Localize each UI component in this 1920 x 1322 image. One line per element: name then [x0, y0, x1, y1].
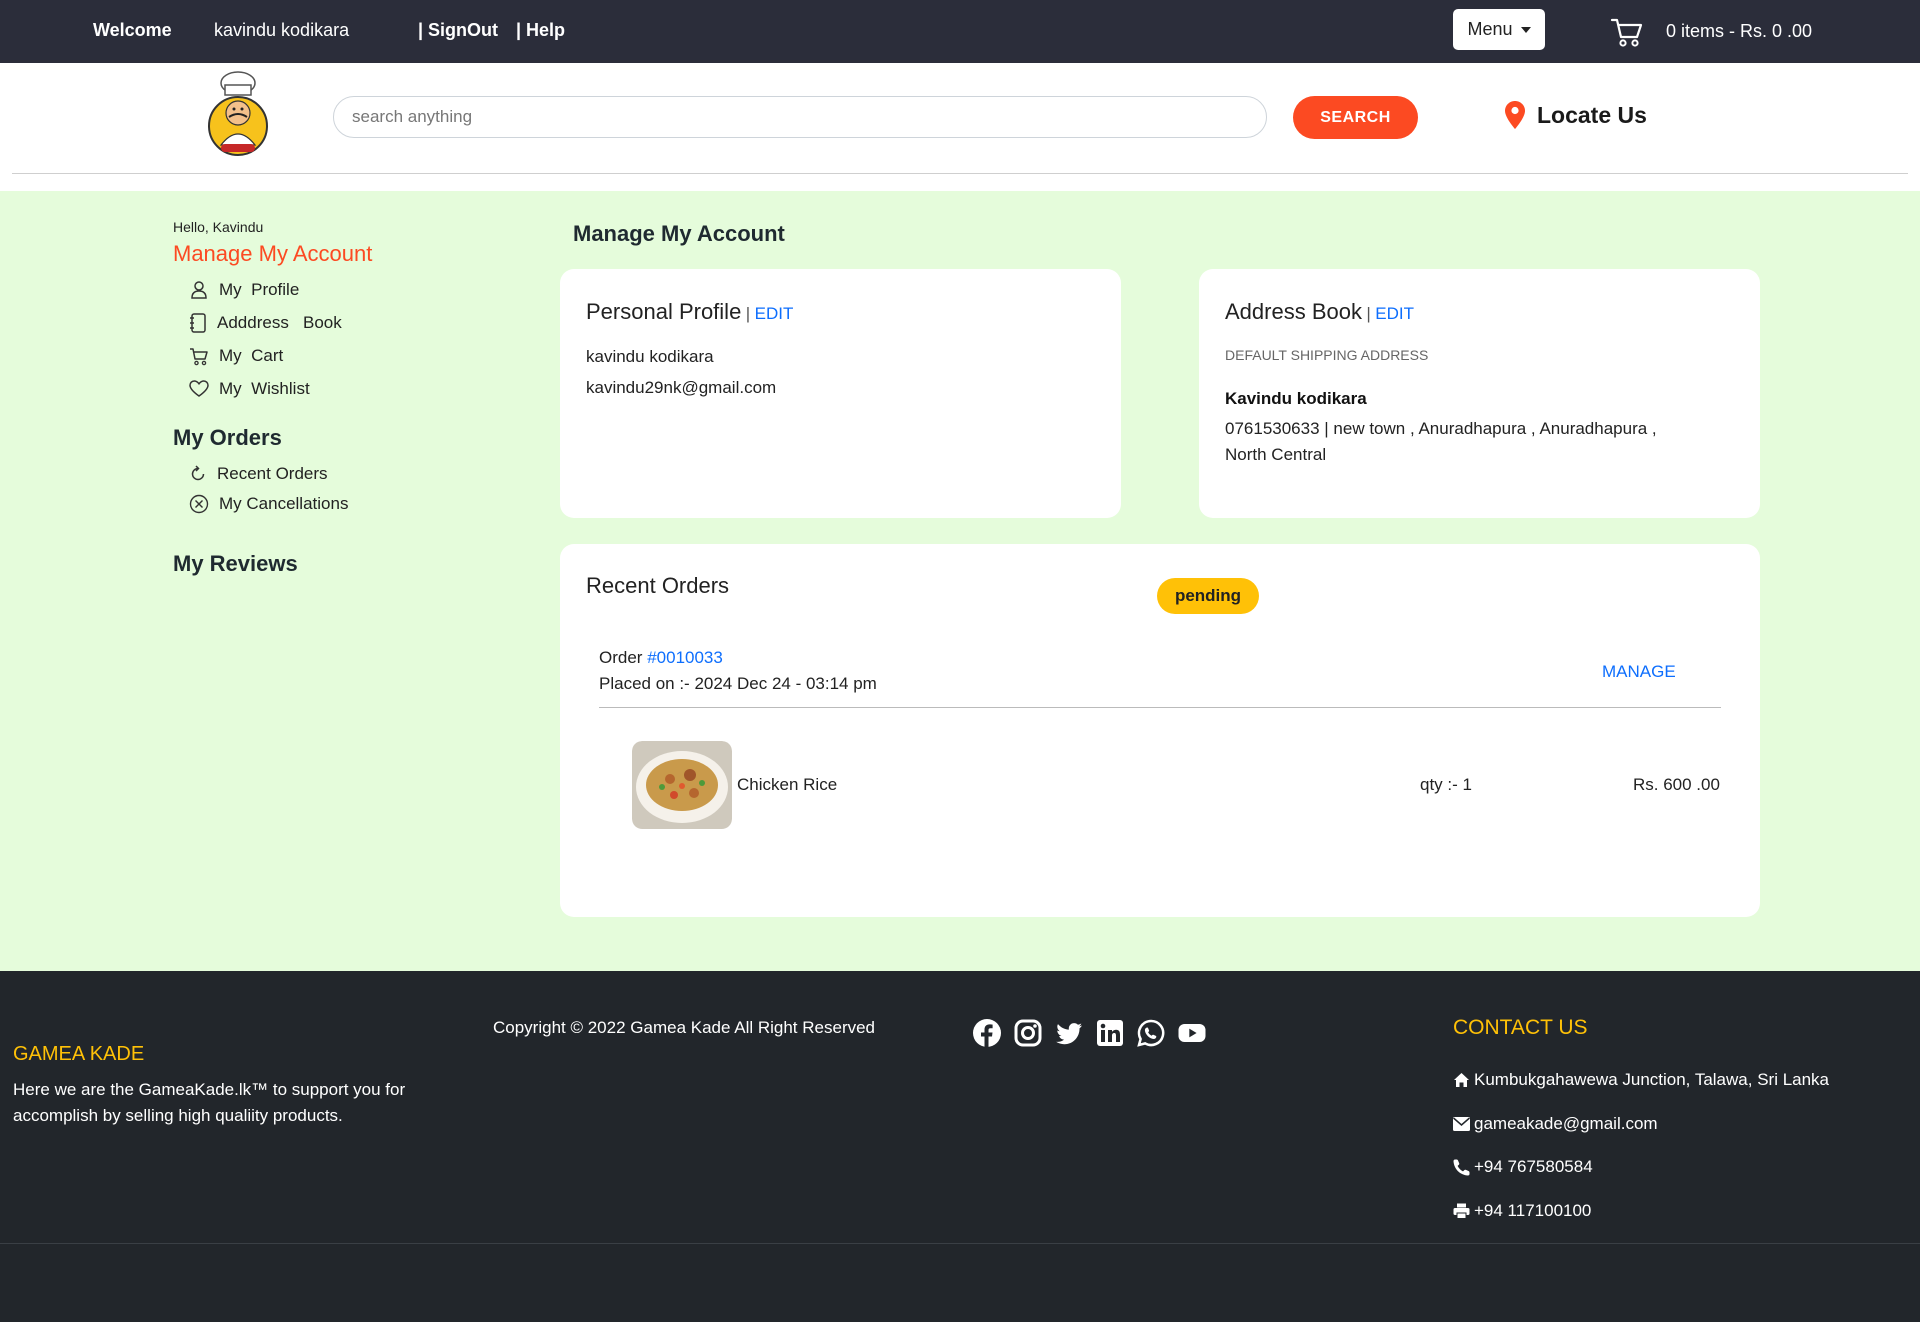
sidebar-item-label: My Profile [219, 279, 300, 299]
order-item-price: Rs. 600 .00 [1633, 775, 1720, 794]
order-status-badge: pending [1157, 578, 1259, 614]
sidebar-item-label: My Wishlist [219, 378, 310, 398]
menu-label: Menu [1467, 19, 1513, 39]
heart-icon [189, 379, 209, 397]
contact-phone[interactable]: +94 767580584 [1453, 1157, 1593, 1177]
refresh-icon [191, 465, 205, 481]
default-shipping-label: DEFAULT SHIPPING ADDRESS [1225, 347, 1429, 363]
footer-description: Here we are the GameaKade.lk™ to support… [13, 1080, 406, 1125]
chef-logo[interactable] [207, 71, 269, 159]
order-item-qty: qty :- 1 [1420, 775, 1472, 794]
linkedin-icon[interactable] [1096, 1019, 1124, 1047]
sidebar-item-label: Adddress Book [217, 312, 342, 332]
order-item-name: Chicken Rice [737, 775, 838, 794]
order-header: Order #0010033 Placed on :- 2024 Dec 24 … [599, 648, 877, 694]
contact-email[interactable]: gameakade@gmail.com [1453, 1114, 1658, 1134]
contact-address-text: Kumbukgahawewa Junction, Talawa, Sri Lan… [1474, 1070, 1830, 1089]
account-sidebar: Hello, Kavindu Manage My Account My Prof… [173, 219, 503, 585]
address-line-2: North Central [1225, 445, 1327, 464]
search-input[interactable] [333, 96, 1267, 138]
contact-fax-text: +94 117100100 [1474, 1201, 1592, 1220]
recent-orders-title: Recent Orders [586, 573, 730, 598]
site-header: SEARCH Locate Us [0, 63, 1920, 191]
sidebar-item-my-cancellations[interactable]: My Cancellations [189, 489, 503, 519]
contact-email-text: gameakade@gmail.com [1474, 1114, 1658, 1133]
instagram-icon[interactable] [1014, 1019, 1042, 1047]
address-book-title: Address Book [1225, 299, 1362, 324]
youtube-icon[interactable] [1178, 1019, 1206, 1047]
cancel-circle-icon [189, 494, 209, 514]
username-text: kavindu kodikara [214, 20, 350, 40]
footer-divider [0, 1243, 1920, 1244]
cart-icon[interactable] [1610, 16, 1644, 48]
address-edit-link[interactable]: EDIT [1375, 304, 1414, 323]
home-icon [1454, 1073, 1469, 1087]
sidebar-manage-account-link[interactable]: Manage My Account [173, 241, 503, 267]
address-line-1: 0761530633 | new town , Anuradhapura , A… [1225, 419, 1657, 438]
contact-address: Kumbukgahawewa Junction, Talawa, Sri Lan… [1453, 1070, 1829, 1090]
personal-profile-card: Personal Profile | EDIT kavindu kodikara… [560, 269, 1121, 518]
sidebar-my-reviews-heading[interactable]: My Reviews [173, 551, 503, 577]
contact-phone-text: +94 767580584 [1474, 1157, 1593, 1176]
locate-us-label: Locate Us [1537, 101, 1647, 128]
address-name: Kavindu kodikara [1225, 389, 1367, 408]
sidebar-item-my-wishlist[interactable]: My Wishlist [189, 372, 503, 405]
separator: | [745, 304, 751, 323]
menu-dropdown-button[interactable]: Menu [1453, 9, 1545, 50]
chicken-rice-image [632, 741, 732, 829]
address-book-card: Address Book | EDIT DEFAULT SHIPPING ADD… [1199, 269, 1760, 518]
header-divider [12, 173, 1908, 174]
profile-name: kavindu kodikara [586, 347, 714, 366]
welcome-text: Welcome [93, 20, 172, 40]
manage-order-link[interactable]: MANAGE [1602, 662, 1676, 682]
sidebar-item-label: My Cart [219, 345, 284, 365]
profile-edit-link[interactable]: EDIT [755, 304, 794, 323]
contact-us-heading: CONTACT US [1453, 1016, 1588, 1039]
twitter-icon[interactable] [1055, 1019, 1083, 1047]
envelope-icon [1453, 1117, 1470, 1131]
site-footer: GAMEA KADE Here we are the GameaKade.lk™… [0, 971, 1920, 1322]
personal-profile-title: Personal Profile [586, 299, 742, 324]
signout-link[interactable]: | SignOut [418, 20, 498, 41]
sidebar-item-recent-orders[interactable]: Recent Orders [189, 459, 503, 489]
sidebar-my-orders-heading[interactable]: My Orders [173, 425, 503, 451]
order-prefix: Order [599, 648, 643, 667]
person-icon [191, 280, 207, 299]
locate-us-link[interactable]: Locate Us [1505, 101, 1647, 129]
social-links [973, 1019, 1206, 1047]
sidebar-item-address-book[interactable]: Adddress Book [189, 306, 503, 339]
help-link[interactable]: | Help [516, 20, 565, 41]
printer-icon [1453, 1203, 1470, 1219]
contact-fax: +94 117100100 [1453, 1201, 1591, 1221]
search-button[interactable]: SEARCH [1293, 96, 1418, 139]
footer-copyright: Copyright © 2022 Gamea Kade All Right Re… [493, 1018, 876, 1037]
sidebar-item-label: Recent Orders [217, 464, 328, 483]
notebook-icon [190, 312, 206, 333]
order-divider [599, 707, 1721, 708]
separator: | [1366, 304, 1371, 323]
order-placed-on: Placed on :- 2024 Dec 24 - 03:14 pm [599, 674, 877, 693]
page-title: Manage My Account [573, 221, 785, 246]
map-pin-icon [1505, 101, 1525, 129]
caret-down-icon [1520, 26, 1531, 33]
phone-icon [1453, 1159, 1470, 1175]
greeting: Hello, Kavindu [173, 219, 264, 235]
top-navbar: Welcome kavindu kodikara | SignOut | Hel… [0, 0, 1920, 63]
whatsapp-icon[interactable] [1137, 1019, 1165, 1047]
cart-icon [190, 347, 208, 365]
order-id-link[interactable]: #0010033 [647, 648, 723, 667]
footer-brand: GAMEA KADE [13, 1043, 145, 1065]
main-content: Hello, Kavindu Manage My Account My Prof… [0, 191, 1920, 971]
facebook-icon[interactable] [973, 1019, 1001, 1047]
sidebar-item-my-cart[interactable]: My Cart [189, 339, 503, 372]
sidebar-item-label: My Cancellations [219, 494, 349, 513]
sidebar-item-my-profile[interactable]: My Profile [189, 273, 503, 306]
profile-email: kavindu29nk@gmail.com [586, 378, 777, 397]
cart-summary[interactable]: 0 items - Rs. 0 .00 [1666, 21, 1812, 42]
